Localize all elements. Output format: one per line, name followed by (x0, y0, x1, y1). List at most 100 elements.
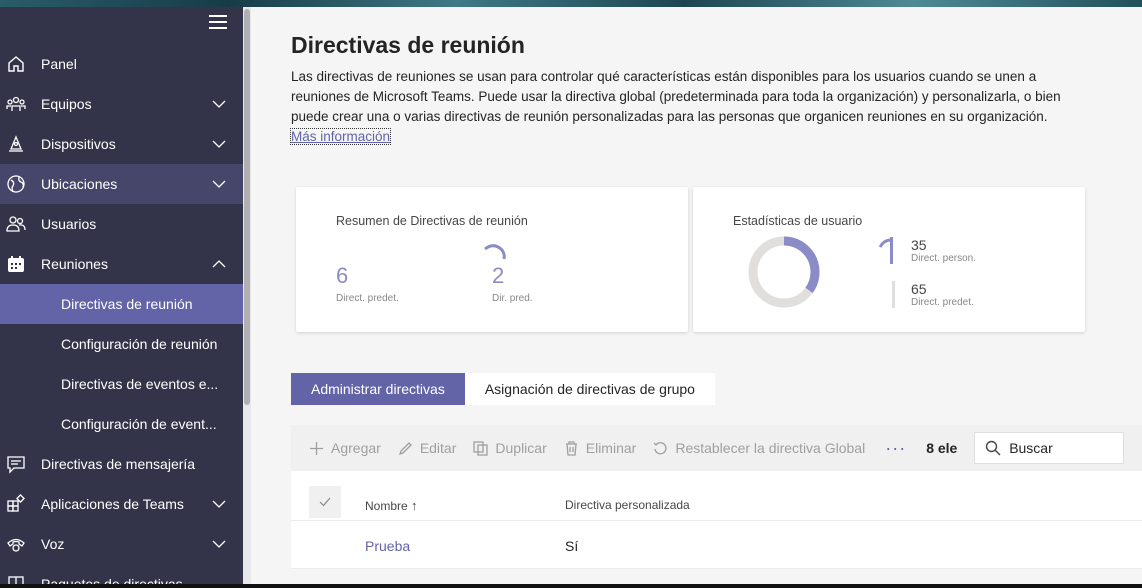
more-options-icon[interactable]: ··· (885, 438, 906, 459)
sidebar-item-mensajeria[interactable]: Directivas de mensajería (0, 444, 243, 484)
default-policies-label: Direct. predet. (336, 293, 399, 304)
chevron-down-icon (212, 137, 226, 151)
custom-policy-count: 35 (911, 237, 927, 253)
users-icon (6, 214, 26, 234)
trash-icon (565, 440, 577, 456)
chevron-down-icon (212, 97, 226, 111)
sidebar-item-label: Reuniones (41, 256, 108, 272)
nav-list: Panel Equipos Dispositivos Ubicaciones U… (0, 44, 243, 584)
policy-toolbar: Agregar Editar Duplicar Eliminar Restabl… (291, 425, 1142, 471)
phone-icon (6, 534, 26, 554)
package-icon (6, 574, 26, 584)
user-stats-card: Estadísticas de usuario 35 Direct. perso… (693, 187, 1085, 332)
sidebar-item-ubicaciones[interactable]: Ubicaciones (0, 164, 243, 204)
sidebar-scrollbar-thumb[interactable] (244, 9, 250, 405)
duplicate-label: Duplicar (495, 440, 547, 456)
search-icon (985, 440, 1001, 456)
default-policies-count: 6 (336, 263, 349, 288)
page-title: Directivas de reunión (291, 32, 525, 58)
copy-icon (473, 440, 489, 456)
sidebar-item-directivas-eventos[interactable]: Directivas de eventos e... (0, 364, 243, 404)
user-stats-donut (748, 236, 820, 308)
apps-icon (6, 494, 26, 514)
description-text: Las directivas de reuniones se usan para… (291, 69, 1061, 124)
sidebar-item-label: Directivas de eventos e... (61, 376, 219, 392)
item-count: 8 ele (926, 440, 958, 456)
sidebar-item-voz[interactable]: Voz (0, 524, 243, 564)
add-label: Agregar (331, 440, 381, 456)
message-icon (6, 454, 26, 474)
table-row[interactable]: Prueba Sí (291, 521, 1142, 569)
custom-policy-bar-icon (879, 237, 893, 264)
policies-table: Nombre ↑ Directiva personalizada Prueba … (291, 471, 1142, 569)
sidebar-item-label: Dispositivos (41, 136, 116, 152)
sidebar-item-directivas-reunion[interactable]: Directivas de reunión (0, 284, 243, 324)
sidebar-item-configuracion-reunion[interactable]: Configuración de reunión (0, 324, 243, 364)
sidebar-item-configuracion-eventos[interactable]: Configuración de event... (0, 404, 243, 444)
delete-label: Eliminar (585, 440, 637, 456)
devices-icon (6, 134, 26, 154)
loading-spinner-icon (484, 244, 506, 260)
taskbar-strip (0, 584, 1142, 588)
globe-icon (6, 174, 26, 194)
default-policy-label: Direct. predet. (911, 297, 974, 308)
sidebar-item-reuniones[interactable]: Reuniones (0, 244, 243, 284)
main-content: Directivas de reunión Las directivas de … (251, 7, 1142, 584)
delete-button[interactable]: Eliminar (564, 440, 637, 456)
plus-icon (310, 441, 323, 455)
sidebar-item-label: Directivas de reunión (61, 296, 193, 312)
sidebar-item-label: Aplicaciones de Teams (41, 496, 184, 512)
pred-policies-label: Dir. pred. (492, 293, 533, 304)
policy-custom-value: Sí (565, 538, 579, 554)
search-box[interactable]: Buscar (974, 432, 1125, 464)
column-header-directiva-personalizada[interactable]: Directiva personalizada (565, 498, 690, 512)
policy-name-link[interactable]: Prueba (365, 538, 410, 554)
sidebar: Panel Equipos Dispositivos Ubicaciones U… (0, 7, 243, 584)
sidebar-item-equipos[interactable]: Equipos (0, 84, 243, 124)
sidebar-item-usuarios[interactable]: Usuarios (0, 204, 243, 244)
policy-tabs: Administrar directivas Asignación de dir… (291, 373, 715, 405)
add-button[interactable]: Agregar (309, 440, 381, 456)
reset-label: Restablecer la directiva Global (675, 440, 866, 456)
item-count-text: 8 ele (926, 440, 958, 456)
teams-icon (6, 94, 26, 114)
sort-ascending-icon: ↑ (411, 498, 418, 513)
sidebar-item-panel[interactable]: Panel (0, 44, 243, 84)
pencil-icon (398, 441, 412, 455)
sidebar-item-aplicaciones[interactable]: Aplicaciones de Teams (0, 484, 243, 524)
sidebar-item-label: Paquetes de directivas (41, 576, 183, 584)
edit-button[interactable]: Editar (398, 440, 457, 456)
hamburger-menu-icon[interactable] (209, 15, 227, 31)
table-header: Nombre ↑ Directiva personalizada (291, 471, 1142, 521)
calendar-icon (6, 254, 26, 274)
default-policy-bar (892, 281, 895, 308)
tab-asignacion-grupo[interactable]: Asignación de directivas de grupo (464, 373, 715, 405)
sidebar-item-label: Directivas de mensajería (41, 456, 196, 472)
reset-global-button[interactable]: Restablecer la directiva Global (653, 440, 865, 456)
sidebar-item-label: Configuración de reunión (61, 336, 218, 352)
chevron-down-icon (212, 177, 226, 191)
sidebar-item-label: Ubicaciones (41, 176, 118, 192)
checkmark-icon (319, 497, 331, 507)
sidebar-item-label: Panel (41, 56, 77, 72)
select-all-checkbox[interactable] (309, 486, 341, 518)
user-stats-card-title: Estadísticas de usuario (733, 214, 863, 228)
duplicate-button[interactable]: Duplicar (473, 440, 547, 456)
more-info-link[interactable]: Más información (289, 128, 392, 145)
summary-card: Resumen de Directivas de reunión 6 Direc… (296, 187, 688, 332)
sidebar-item-label: Equipos (41, 96, 92, 112)
search-placeholder: Buscar (1009, 440, 1053, 456)
summary-card-title: Resumen de Directivas de reunión (336, 214, 528, 228)
sidebar-item-dispositivos[interactable]: Dispositivos (0, 124, 243, 164)
chevron-down-icon (212, 537, 226, 551)
background-strip (0, 0, 1142, 7)
default-policy-count: 65 (911, 281, 927, 297)
custom-policy-label: Direct. person. (911, 253, 977, 264)
edit-label: Editar (419, 440, 457, 456)
column-header-nombre-label: Nombre (365, 499, 408, 513)
tab-administrar-directivas[interactable]: Administrar directivas (291, 373, 465, 405)
chevron-up-icon (212, 257, 226, 271)
sidebar-item-paquetes[interactable]: Paquetes de directivas (0, 564, 243, 584)
page-description: Las directivas de reuniones se usan para… (289, 67, 1071, 147)
column-header-nombre[interactable]: Nombre ↑ (365, 498, 418, 513)
